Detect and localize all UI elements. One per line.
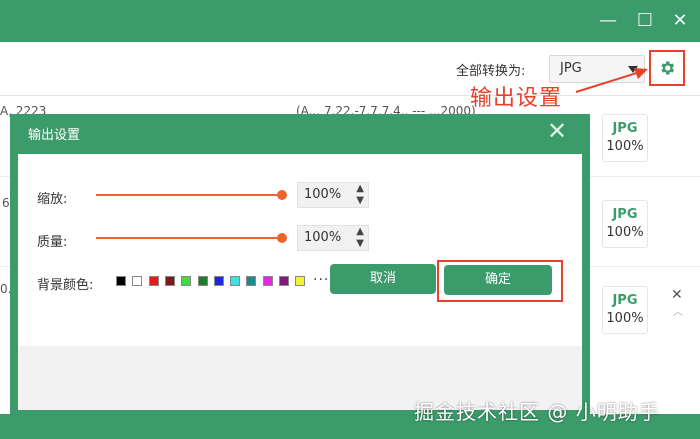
- scale-slider-handle[interactable]: [277, 190, 287, 200]
- row-2-quality: 100%: [606, 225, 644, 240]
- dialog-close-icon[interactable]: ✕: [547, 118, 567, 144]
- color-swatch[interactable]: [116, 276, 126, 286]
- row-3-format: JPG: [612, 293, 638, 308]
- quality-label: 质量:: [37, 235, 68, 250]
- scale-slider-track[interactable]: [96, 194, 282, 196]
- title-bar: — ☐ ✕: [0, 0, 700, 42]
- color-swatch[interactable]: [132, 276, 143, 286]
- maximize-icon[interactable]: ☐: [634, 10, 656, 32]
- color-swatch[interactable]: [164, 276, 175, 286]
- minimize-icon[interactable]: —: [597, 10, 619, 32]
- quality-value: 100%: [304, 230, 342, 245]
- quality-stepper[interactable]: 100% ▲ ▼: [297, 225, 369, 251]
- more-colors-button[interactable]: ···: [313, 272, 329, 288]
- close-icon[interactable]: ✕: [669, 10, 691, 32]
- stepper-down-icon[interactable]: ▼: [356, 238, 364, 250]
- quality-slider-track[interactable]: [96, 237, 282, 239]
- ok-button[interactable]: 确定: [444, 265, 552, 295]
- row-3-format-card[interactable]: JPG 100%: [602, 286, 648, 334]
- row-move-up-icon[interactable]: ︿: [673, 303, 683, 318]
- row-3-quality: 100%: [606, 311, 644, 326]
- color-swatch[interactable]: [230, 276, 241, 286]
- color-swatch[interactable]: [181, 276, 192, 286]
- stepper-up-icon[interactable]: ▲: [356, 226, 364, 238]
- row-2-name: 6: [2, 196, 10, 210]
- row-1-format: JPG: [612, 121, 638, 136]
- annotation-label: 输出设置: [470, 86, 563, 111]
- annotation-arrow: [575, 68, 648, 93]
- row-2-format: JPG: [612, 207, 638, 222]
- watermark: 掘金技术社区 @ 小明助手: [414, 400, 660, 424]
- scale-label: 缩放:: [37, 192, 68, 207]
- color-swatch[interactable]: [295, 276, 306, 286]
- color-swatch[interactable]: [262, 276, 273, 286]
- color-swatch[interactable]: [246, 276, 257, 286]
- color-swatch[interactable]: [148, 276, 159, 286]
- row-remove-icon[interactable]: ✕: [671, 287, 683, 303]
- quality-slider-handle[interactable]: [277, 233, 287, 243]
- dialog-title: 输出设置: [28, 128, 81, 143]
- color-swatch[interactable]: [197, 276, 208, 286]
- stepper-down-icon[interactable]: ▼: [356, 195, 364, 207]
- convert-all-label: 全部转换为:: [456, 64, 526, 79]
- cancel-button[interactable]: 取消: [330, 264, 436, 294]
- color-swatch[interactable]: [279, 276, 289, 286]
- scale-value: 100%: [304, 187, 342, 202]
- stepper-up-icon[interactable]: ▲: [356, 183, 364, 195]
- bg-color-label: 背景颜色:: [37, 278, 94, 293]
- scale-stepper[interactable]: 100% ▲ ▼: [297, 182, 369, 208]
- settings-button[interactable]: [649, 50, 685, 86]
- color-swatch[interactable]: [213, 276, 224, 286]
- gear-icon: [661, 61, 675, 75]
- row-1-quality: 100%: [606, 139, 644, 154]
- row-2-format-card[interactable]: JPG 100%: [602, 200, 648, 248]
- row-1-format-card[interactable]: JPG 100%: [602, 114, 648, 162]
